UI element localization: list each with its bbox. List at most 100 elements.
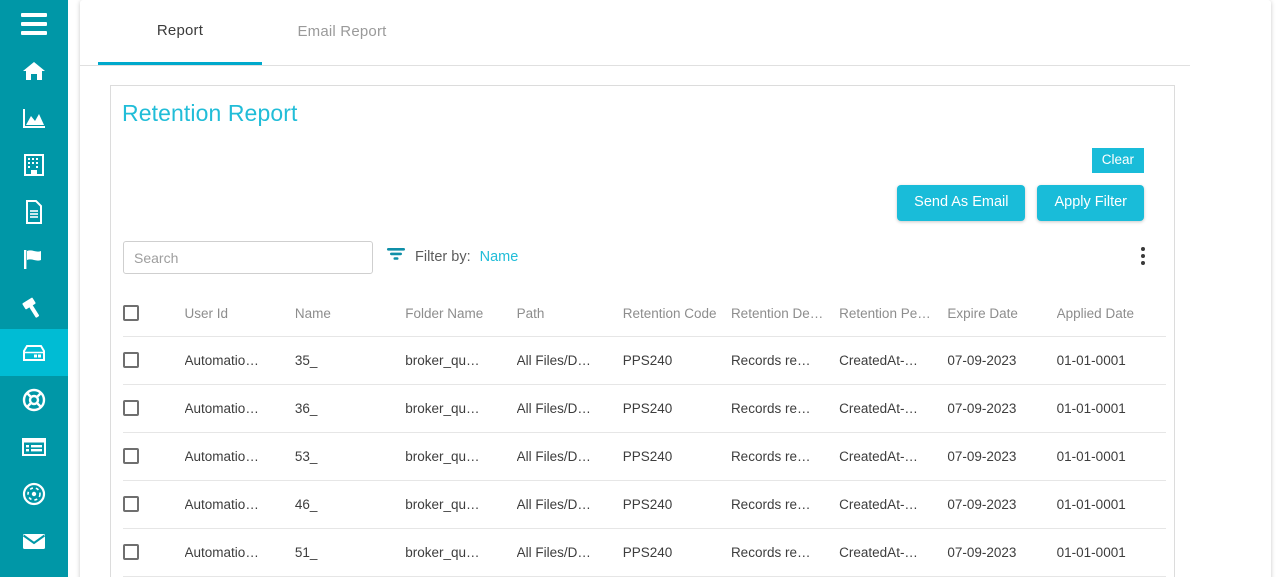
apply-filter-button[interactable]: Apply Filter (1037, 185, 1144, 221)
tab-report[interactable]: Report (98, 0, 262, 65)
cell-retention-code: PPS240 (622, 480, 731, 529)
column-header-path[interactable]: Path (516, 291, 623, 337)
cell-retention-code: PPS240 (622, 528, 731, 577)
cell-expire-date: 07-09-2023 (947, 432, 1057, 481)
cell-path: All Files/D… (516, 528, 623, 577)
retention-report-card: Retention Report Clear Send As Email App… (110, 85, 1175, 577)
column-header-retention-period[interactable]: Retention Pe… (839, 291, 948, 337)
filter-by-value[interactable]: Name (480, 249, 519, 265)
cell-retention-period: CreatedAt-… (839, 528, 948, 577)
tab-bar: Report Email Report (80, 0, 1190, 66)
cell-retention-description: Records re… (730, 480, 840, 529)
cell-retention-period: CreatedAt-… (839, 384, 948, 433)
filter-icon[interactable] (386, 246, 406, 267)
cell-path: All Files/D… (516, 384, 623, 433)
archive-icon (20, 342, 48, 364)
action-button-group: Send As Email Apply Filter (897, 185, 1144, 221)
cell-name: 51_ (294, 528, 406, 577)
row-select-cell (123, 480, 185, 529)
tab-email-report[interactable]: Email Report (262, 0, 422, 65)
tab-report-label: Report (156, 21, 204, 39)
cell-retention-code: PPS240 (622, 384, 731, 433)
cell-name: 36_ (294, 384, 406, 433)
sidebar-item-retention[interactable] (0, 329, 68, 376)
report-table: User Id Name Folder Name Path Retention … (123, 291, 1166, 577)
cell-retention-description: Records re… (730, 432, 840, 481)
sidebar-item-legal[interactable] (0, 282, 68, 329)
column-header-applied-date[interactable]: Applied Date (1056, 291, 1166, 337)
cell-user-id: Automatio… (184, 432, 295, 481)
hamburger-icon (21, 12, 47, 35)
cell-user-id: Automatio… (184, 480, 295, 529)
table-row[interactable]: Automatio… 35_ broker_qu… All Files/D… P… (123, 336, 1166, 385)
gavel-icon (21, 294, 47, 318)
building-icon (22, 153, 46, 177)
cell-retention-description: Records re… (730, 384, 840, 433)
sidebar-item-home[interactable] (0, 47, 68, 94)
hamburger-menu-button[interactable] (0, 0, 68, 47)
cell-retention-description: Records re… (730, 336, 840, 385)
cell-path: All Files/D… (516, 480, 623, 529)
row-select-cell (123, 384, 185, 433)
table-body: Automatio… 35_ broker_qu… All Files/D… P… (123, 336, 1166, 577)
row-checkbox[interactable] (123, 448, 139, 465)
row-select-cell (123, 432, 185, 481)
cell-folder-name: broker_qu… (405, 336, 517, 385)
row-select-cell (123, 336, 185, 385)
sidebar-item-analytics[interactable] (0, 94, 68, 141)
cell-expire-date: 07-09-2023 (947, 336, 1057, 385)
chart-icon (21, 106, 47, 130)
column-header-retention-description[interactable]: Retention De… (730, 291, 840, 337)
cell-user-id: Automatio… (184, 384, 295, 433)
select-all-cell (123, 291, 185, 337)
sidebar-item-discovery[interactable] (0, 470, 68, 517)
sidebar-item-support[interactable] (0, 376, 68, 423)
filter-by-group: Filter by: Name (386, 246, 518, 267)
sidebar-item-departments[interactable] (0, 141, 68, 188)
cell-retention-code: PPS240 (622, 336, 731, 385)
clear-button[interactable]: Clear (1091, 148, 1144, 173)
cell-expire-date: 07-09-2023 (947, 528, 1057, 577)
sidebar-item-mail[interactable] (0, 517, 68, 564)
column-header-folder-name[interactable]: Folder Name (405, 291, 517, 337)
report-table-container: User Id Name Folder Name Path Retention … (123, 291, 1166, 577)
cell-folder-name: broker_qu… (405, 432, 517, 481)
cell-name: 53_ (294, 432, 406, 481)
cell-name: 35_ (294, 336, 406, 385)
select-all-checkbox[interactable] (123, 305, 139, 322)
more-options-icon[interactable] (1130, 241, 1156, 271)
tab-email-report-label: Email Report (297, 23, 387, 40)
cell-retention-period: CreatedAt-… (839, 480, 948, 529)
row-checkbox[interactable] (123, 496, 139, 513)
table-row[interactable]: Automatio… 36_ broker_qu… All Files/D… P… (123, 384, 1166, 433)
table-row[interactable]: Automatio… 51_ broker_qu… All Files/D… P… (123, 528, 1166, 577)
cell-applied-date: 01-01-0001 (1056, 336, 1166, 385)
cell-folder-name: broker_qu… (405, 384, 517, 433)
cell-folder-name: broker_qu… (405, 480, 517, 529)
row-checkbox[interactable] (123, 400, 139, 417)
row-checkbox[interactable] (123, 352, 139, 369)
flag-icon (21, 247, 47, 271)
table-header-row: User Id Name Folder Name Path Retention … (123, 291, 1166, 337)
sidebar-item-documents[interactable] (0, 188, 68, 235)
column-header-user-id[interactable]: User Id (184, 291, 295, 337)
search-input[interactable] (123, 241, 373, 274)
app-root: Report Email Report Retention Report Cle… (0, 0, 1279, 577)
compass-icon (21, 481, 47, 507)
cell-folder-name: broker_qu… (405, 528, 517, 577)
filter-by-label: Filter by: (415, 248, 471, 265)
cell-retention-period: CreatedAt-… (839, 432, 948, 481)
table-row[interactable]: Automatio… 53_ broker_qu… All Files/D… P… (123, 432, 1166, 481)
column-header-expire-date[interactable]: Expire Date (947, 291, 1057, 337)
table-header: User Id Name Folder Name Path Retention … (123, 291, 1166, 337)
cell-user-id: Automatio… (184, 336, 295, 385)
sidebar-item-flags[interactable] (0, 235, 68, 282)
cell-retention-code: PPS240 (622, 432, 731, 481)
cell-expire-date: 07-09-2023 (947, 384, 1057, 433)
sidebar-item-reports[interactable] (0, 423, 68, 470)
column-header-retention-code[interactable]: Retention Code (622, 291, 731, 337)
table-row[interactable]: Automatio… 46_ broker_qu… All Files/D… P… (123, 480, 1166, 529)
column-header-name[interactable]: Name (294, 291, 406, 337)
send-as-email-button[interactable]: Send As Email (897, 185, 1026, 221)
row-checkbox[interactable] (123, 544, 139, 561)
